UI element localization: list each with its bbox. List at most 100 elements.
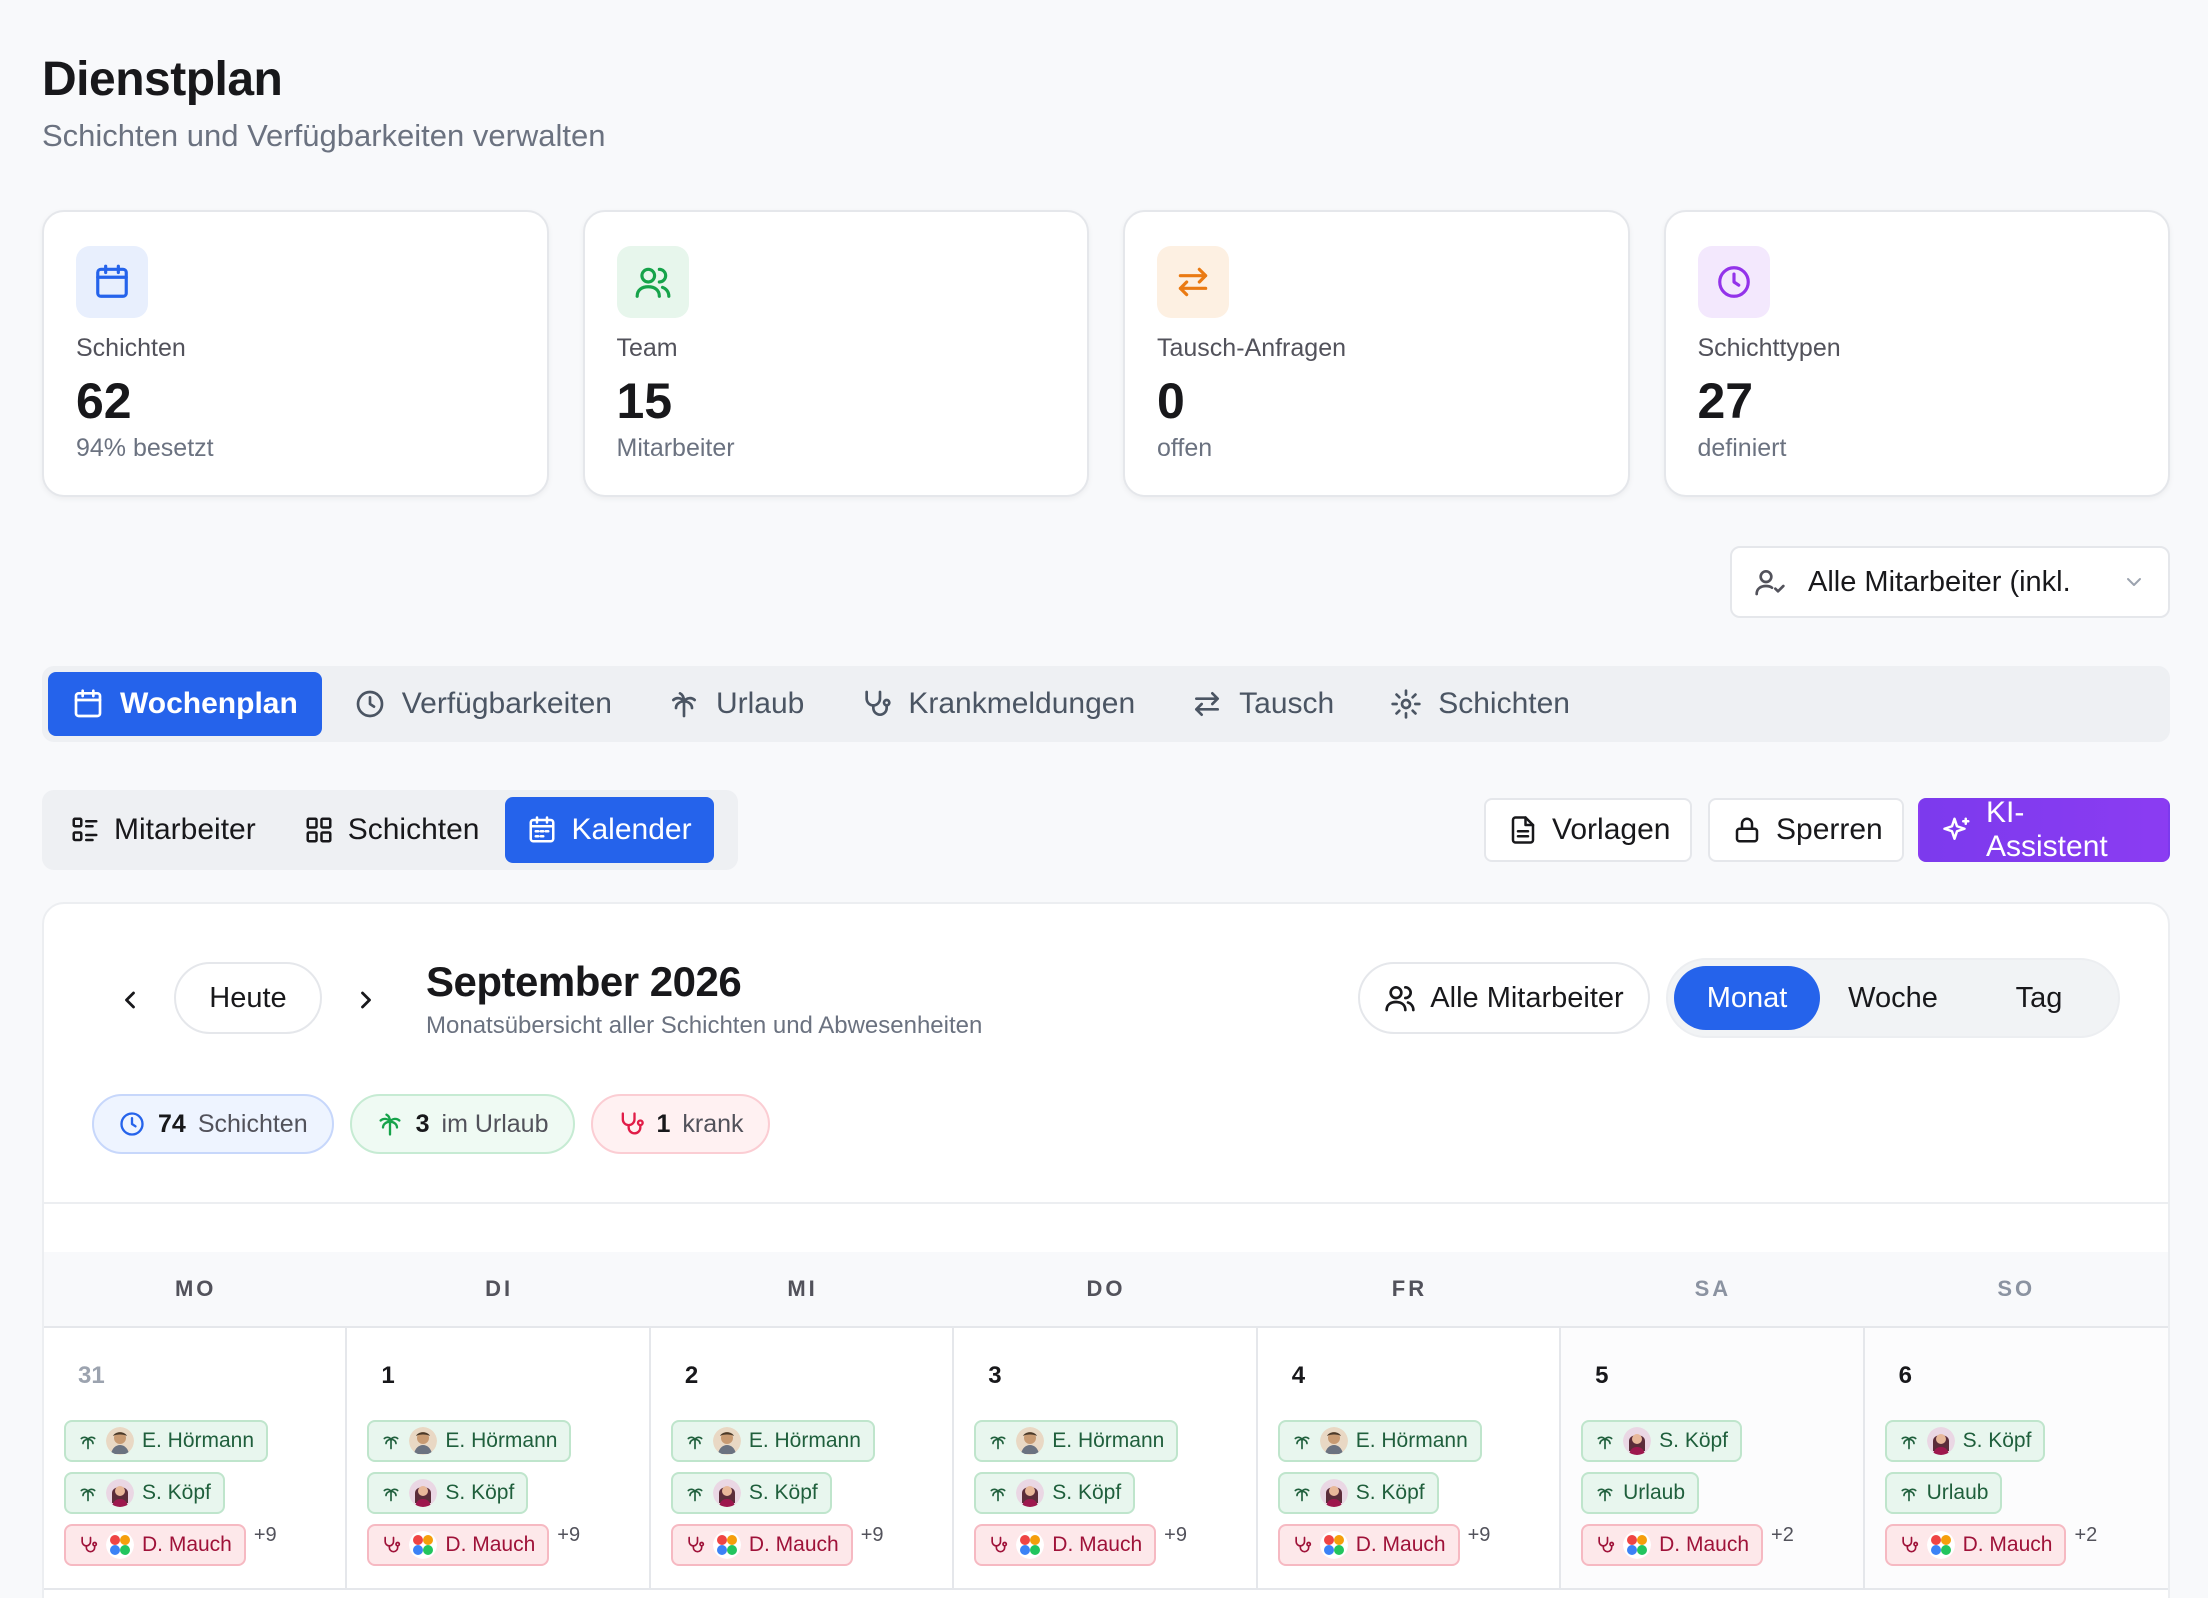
- calendar-header: Heute September 2026 Monatsübersicht all…: [44, 954, 2168, 1044]
- more-entries-count[interactable]: +9: [254, 1524, 277, 1547]
- range-day[interactable]: Tag: [1966, 966, 2112, 1030]
- vacation-entry-chip[interactable]: E. Hörmann: [1277, 1420, 1482, 1462]
- calendar-day-cell[interactable]: 3 E. Hörmann S. Köpf D. Mauch +9: [954, 1328, 1258, 1588]
- weekday-label: MO: [174, 1276, 217, 1301]
- entry-name: Urlaub: [1926, 1481, 1989, 1504]
- vacation-label: im Urlaub: [441, 1109, 549, 1138]
- vacation-entry-chip[interactable]: E. Hörmann: [367, 1420, 572, 1462]
- tab-tausch[interactable]: Tausch: [1167, 672, 1358, 736]
- prev-month-button[interactable]: [106, 976, 154, 1024]
- all-employees-button[interactable]: Alle Mitarbeiter: [1358, 962, 1650, 1034]
- stethoscope-icon: [1595, 1535, 1615, 1555]
- vacation-entry-chip[interactable]: S. Köpf: [1884, 1420, 2046, 1462]
- avatar: [1319, 1531, 1348, 1559]
- tab-urlaub[interactable]: Urlaub: [644, 672, 828, 736]
- next-month-button[interactable]: [342, 976, 390, 1024]
- sick-entry-chip[interactable]: D. Mauch: [670, 1524, 853, 1566]
- entry-name: S. Köpf: [142, 1481, 211, 1504]
- more-entries-count[interactable]: +9: [557, 1524, 580, 1547]
- stethoscope-icon: [988, 1535, 1008, 1555]
- lock-button[interactable]: Sperren: [1708, 798, 1904, 862]
- palm-tree-icon: [1899, 1431, 1919, 1451]
- today-button[interactable]: Heute: [174, 962, 322, 1034]
- calendar-week-row: 31 E. Hörmann S. Köpf D. Mauch +9 1 E. Hörmann…: [44, 1328, 2168, 1590]
- sick-entry-chip[interactable]: D. Mauch: [1884, 1524, 2067, 1566]
- sick-summary-pill: 1 krank: [590, 1094, 770, 1154]
- more-entries-count[interactable]: +9: [1468, 1524, 1491, 1547]
- day-number: 31: [78, 1362, 105, 1389]
- range-week[interactable]: Woche: [1820, 966, 1966, 1030]
- calendar-day-cell[interactable]: 6 S. Köpf Urlaub D. Mauch +2: [1864, 1328, 2168, 1588]
- palm-tree-icon: [668, 688, 700, 720]
- palm-tree-icon: [78, 1483, 98, 1503]
- ai-assistant-button[interactable]: KI-Assistent: [1918, 796, 2170, 863]
- calendar-day-cell[interactable]: 2 E. Hörmann S. Köpf D. Mauch +9: [651, 1328, 955, 1588]
- tab-krankmeldungen[interactable]: Krankmeldungen: [836, 672, 1159, 736]
- weekday-header: MO DI MI DO FR SA SO: [44, 1252, 2168, 1328]
- entry-name: E. Hörmann: [142, 1429, 255, 1452]
- sick-entry-chip[interactable]: D. Mauch: [974, 1524, 1157, 1566]
- document-icon: [1508, 815, 1538, 845]
- more-entries-count[interactable]: +9: [861, 1524, 884, 1547]
- stat-sub: definiert: [1697, 434, 1787, 462]
- sick-entry-chip[interactable]: D. Mauch: [1277, 1524, 1460, 1566]
- day-number: 1: [381, 1362, 395, 1389]
- avatar: [1623, 1531, 1652, 1559]
- stat-card-swap-requests: Tausch-Anfragen 0 offen: [1123, 210, 1630, 497]
- avatar: [1016, 1427, 1045, 1455]
- stethoscope-icon: [617, 1110, 645, 1138]
- avatar: [106, 1427, 134, 1455]
- more-entries-count[interactable]: +9: [1164, 1524, 1187, 1547]
- view-tab-schichten[interactable]: Schichten: [282, 797, 502, 863]
- range-month[interactable]: Monat: [1674, 966, 1820, 1030]
- vacation-entry-chip[interactable]: Urlaub: [1884, 1472, 2003, 1514]
- tab-wochenplan[interactable]: Wochenplan: [48, 672, 322, 736]
- swap-icon: [1191, 688, 1223, 720]
- sick-entry-chip[interactable]: D. Mauch: [1581, 1524, 1764, 1566]
- calendar-day-cell[interactable]: 4 E. Hörmann S. Köpf D. Mauch +9: [1258, 1328, 1562, 1588]
- entry-name: D. Mauch: [748, 1533, 839, 1556]
- view-tab-kalender[interactable]: Kalender: [505, 797, 714, 863]
- more-entries-count[interactable]: +2: [1771, 1524, 1794, 1547]
- clock-icon: [1697, 246, 1770, 318]
- tab-verfuegbarkeiten[interactable]: Verfügbarkeiten: [330, 672, 636, 736]
- range-switch: Monat Woche Tag: [1666, 958, 2120, 1038]
- day-number: 2: [684, 1362, 699, 1389]
- calendar-day-cell[interactable]: 1 E. Hörmann S. Köpf D. Mauch +9: [347, 1328, 651, 1588]
- vacation-entry-chip[interactable]: S. Köpf: [974, 1472, 1136, 1514]
- more-entries-count[interactable]: +2: [2074, 1524, 2097, 1547]
- employee-filter-select[interactable]: Alle Mitarbeiter (inkl.: [1730, 546, 2170, 618]
- divider: [44, 1202, 2168, 1204]
- calendar-day-cell[interactable]: 31 E. Hörmann S. Köpf D. Mauch +9: [44, 1328, 348, 1588]
- stat-sub: 94% besetzt: [76, 434, 214, 462]
- vacation-entry-chip[interactable]: E. Hörmann: [64, 1420, 269, 1462]
- templates-button[interactable]: Vorlagen: [1484, 798, 1692, 862]
- vacation-entry-chip[interactable]: S. Köpf: [1277, 1472, 1439, 1514]
- sick-entry-chip[interactable]: D. Mauch: [367, 1524, 550, 1566]
- avatar: [712, 1531, 741, 1559]
- tab-label: Tausch: [1239, 687, 1335, 720]
- vacation-entry-chip[interactable]: E. Hörmann: [974, 1420, 1179, 1462]
- sick-entry-chip[interactable]: D. Mauch: [64, 1524, 246, 1566]
- tab-schichten[interactable]: Schichten: [1366, 672, 1594, 736]
- entry-row: E. Hörmann: [974, 1420, 1187, 1462]
- stat-sub: offen: [1157, 434, 1213, 462]
- vacation-entry-chip[interactable]: Urlaub: [1581, 1472, 1700, 1514]
- entry-row: S. Köpf: [367, 1472, 580, 1514]
- stethoscope-icon: [78, 1535, 98, 1555]
- vacation-entry-chip[interactable]: S. Köpf: [367, 1472, 529, 1514]
- page-title: Dienstplan: [42, 53, 283, 106]
- vacation-entry-chip[interactable]: S. Köpf: [670, 1472, 832, 1514]
- view-tab-mitarbeiter[interactable]: Mitarbeiter: [48, 797, 278, 863]
- tab-label: Schichten: [1438, 687, 1570, 720]
- vacation-entry-chip[interactable]: E. Hörmann: [670, 1420, 875, 1462]
- calendar-day-cell[interactable]: 5 S. Köpf Urlaub D. Mauch +2: [1561, 1328, 1865, 1588]
- vacation-entry-chip[interactable]: S. Köpf: [1581, 1420, 1743, 1462]
- stats-row: Schichten 62 94% besetzt Team 15 Mitarbe…: [42, 210, 2170, 497]
- palm-tree-icon: [381, 1483, 401, 1503]
- day-number: 3: [988, 1362, 1002, 1389]
- vacation-entry-chip[interactable]: S. Köpf: [64, 1472, 225, 1514]
- stethoscope-icon: [1292, 1535, 1312, 1555]
- palm-tree-icon: [685, 1483, 705, 1503]
- sick-count: 1: [656, 1109, 671, 1138]
